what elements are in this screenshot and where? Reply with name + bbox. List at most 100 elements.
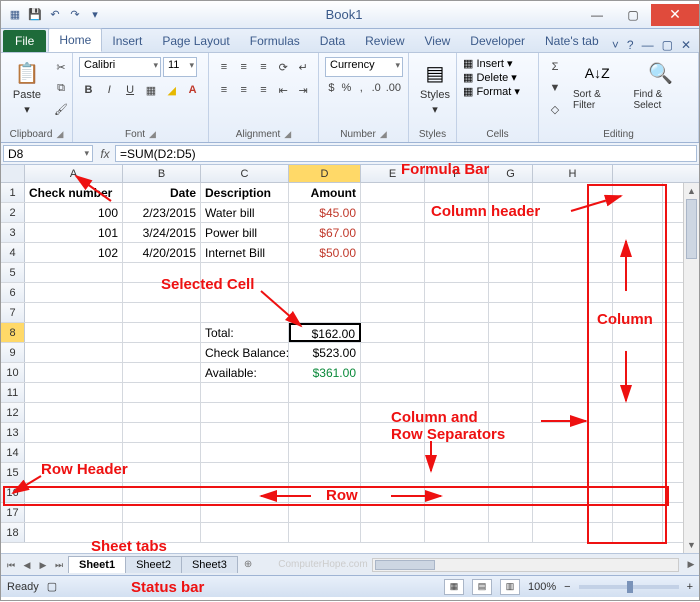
cell[interactable]: 3/24/2015 <box>123 223 201 242</box>
align-center-button[interactable]: ≡ <box>235 80 253 100</box>
cell[interactable]: Amount <box>289 183 361 202</box>
cell[interactable] <box>533 243 613 262</box>
cell[interactable] <box>25 323 123 342</box>
cell[interactable] <box>361 483 425 502</box>
cell[interactable] <box>613 503 663 522</box>
cell[interactable] <box>425 443 489 462</box>
tab-formulas[interactable]: Formulas <box>240 30 310 52</box>
cell[interactable] <box>533 183 613 202</box>
cell[interactable] <box>361 443 425 462</box>
cell[interactable] <box>489 343 533 362</box>
col-header-e[interactable]: E <box>361 165 425 182</box>
cell[interactable] <box>613 323 663 342</box>
cell[interactable] <box>489 403 533 422</box>
tab-insert[interactable]: Insert <box>102 30 152 52</box>
cell[interactable]: 101 <box>25 223 123 242</box>
cell[interactable] <box>613 263 663 282</box>
undo-icon[interactable]: ↶ <box>47 7 63 23</box>
cell[interactable] <box>123 503 201 522</box>
delete-cells-button[interactable]: ▦ Delete ▾ <box>463 71 532 84</box>
row-header[interactable]: 3 <box>1 223 25 242</box>
cell[interactable] <box>123 483 201 502</box>
cut-button[interactable]: ✂ <box>51 57 71 77</box>
percent-button[interactable]: % <box>340 78 353 98</box>
tab-developer[interactable]: Developer <box>460 30 535 52</box>
cell[interactable]: Power bill <box>201 223 289 242</box>
cell[interactable] <box>25 503 123 522</box>
cell[interactable] <box>361 283 425 302</box>
cell[interactable] <box>533 323 613 342</box>
cell[interactable]: Total: <box>201 323 289 342</box>
cell[interactable]: Water bill <box>201 203 289 222</box>
cell[interactable] <box>489 283 533 302</box>
find-select-button[interactable]: 🔍 Find & Select <box>629 57 692 113</box>
cell[interactable] <box>25 483 123 502</box>
row-header[interactable]: 7 <box>1 303 25 322</box>
row-header[interactable]: 15 <box>1 463 25 482</box>
cell[interactable]: Check number <box>25 183 123 202</box>
cell[interactable] <box>361 523 425 542</box>
cell[interactable] <box>533 343 613 362</box>
scroll-thumb[interactable] <box>686 199 697 259</box>
cell[interactable] <box>425 343 489 362</box>
row-header[interactable]: 5 <box>1 263 25 282</box>
cell[interactable] <box>489 263 533 282</box>
qat-more-icon[interactable]: ▾ <box>87 7 103 23</box>
tab-view[interactable]: View <box>415 30 461 52</box>
copy-button[interactable]: ⧉ <box>51 78 71 98</box>
align-top-button[interactable]: ≡ <box>215 57 233 77</box>
cell[interactable] <box>613 303 663 322</box>
cell[interactable] <box>425 523 489 542</box>
cell[interactable] <box>489 183 533 202</box>
cell[interactable] <box>25 443 123 462</box>
align-left-button[interactable]: ≡ <box>215 80 233 100</box>
cell[interactable]: Description <box>201 183 289 202</box>
currency-button[interactable]: $ <box>325 78 338 98</box>
cell[interactable] <box>201 503 289 522</box>
cell[interactable] <box>123 323 201 342</box>
cell[interactable] <box>361 263 425 282</box>
cell[interactable] <box>489 363 533 382</box>
cell[interactable] <box>489 483 533 502</box>
cell[interactable] <box>425 483 489 502</box>
cell[interactable] <box>25 423 123 442</box>
cell[interactable] <box>425 323 489 342</box>
cell[interactable] <box>425 223 489 242</box>
cell[interactable] <box>489 443 533 462</box>
border-button[interactable]: ▦ <box>141 80 160 100</box>
cell[interactable] <box>289 283 361 302</box>
underline-button[interactable]: U <box>121 80 140 100</box>
view-page-break-button[interactable]: ▥ <box>500 579 520 595</box>
view-page-layout-button[interactable]: ▤ <box>472 579 492 595</box>
cell[interactable] <box>613 403 663 422</box>
cell[interactable]: $50.00 <box>289 243 361 262</box>
workbook-close-icon[interactable]: ✕ <box>681 38 691 52</box>
cell[interactable] <box>533 383 613 402</box>
cell[interactable] <box>123 363 201 382</box>
close-button[interactable]: ✕ <box>651 4 699 26</box>
cell[interactable] <box>361 423 425 442</box>
cell[interactable] <box>425 383 489 402</box>
format-cells-button[interactable]: ▦ Format ▾ <box>463 85 532 98</box>
scroll-up-icon[interactable]: ▲ <box>684 183 699 199</box>
cell[interactable] <box>361 303 425 322</box>
cell[interactable]: $45.00 <box>289 203 361 222</box>
sheet-nav-last[interactable]: ⏭ <box>51 557 67 573</box>
row-header[interactable]: 1 <box>1 183 25 202</box>
redo-icon[interactable]: ↷ <box>67 7 83 23</box>
cell[interactable] <box>425 243 489 262</box>
cell[interactable] <box>361 203 425 222</box>
decrease-decimal-button[interactable]: .00 <box>385 78 402 98</box>
row-header[interactable]: 18 <box>1 523 25 542</box>
row-header[interactable]: 13 <box>1 423 25 442</box>
cell[interactable] <box>489 503 533 522</box>
orientation-button[interactable]: ⟳ <box>274 57 292 77</box>
cell[interactable] <box>123 343 201 362</box>
help-icon[interactable]: ? <box>627 38 634 52</box>
new-sheet-button[interactable]: ⊕ <box>238 557 258 572</box>
tab-data[interactable]: Data <box>310 30 355 52</box>
cell[interactable] <box>289 383 361 402</box>
decrease-indent-button[interactable]: ⇤ <box>274 80 292 100</box>
cell[interactable] <box>201 443 289 462</box>
fill-button[interactable]: ▼ <box>545 78 565 98</box>
